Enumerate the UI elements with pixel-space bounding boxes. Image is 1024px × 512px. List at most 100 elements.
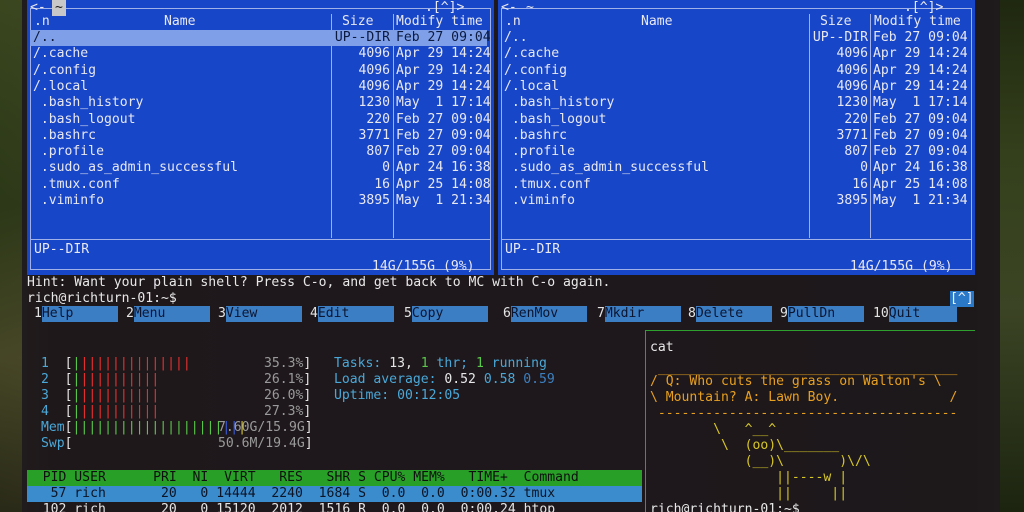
right-panel-border-right (971, 8, 972, 270)
file-name: .bashrc (33, 127, 97, 143)
file-size: 3895 (836, 193, 868, 208)
cowsay-line: \ Mountain? A: Lawn Boy. / (650, 390, 958, 405)
cpu-usage-percent: 26.0%] (264, 388, 312, 403)
file-modify-time: Feb 27 09:04 (873, 30, 968, 45)
htop-cpu-meter: 2 [||||||||||| (41, 372, 160, 387)
fkey-number: 1 (34, 306, 42, 321)
file-name: /.cache (504, 46, 560, 62)
file-size: 807 (366, 144, 390, 160)
right-col-size[interactable]: Size (820, 14, 852, 30)
mc-shell-prompt[interactable]: rich@richturn-01:~$ (27, 291, 177, 307)
right-panel-status-divider (501, 239, 971, 240)
fkey-label: Copy (411, 306, 488, 322)
fkey-number: 7 (597, 306, 605, 321)
tmux-pane-vertical-separator (645, 330, 646, 512)
file-modify-time: Apr 24 16:38 (396, 160, 491, 176)
left-col-name[interactable]: Name (164, 14, 196, 30)
cat-command: cat (650, 340, 674, 355)
htop-process-row-selected[interactable]: 57 rich 20 0 14444 2240 1684 S 0.0 0.0 0… (27, 486, 642, 502)
htop-process-header[interactable]: PID USER PRI NI VIRT RES SHR S CPU% MEM%… (27, 470, 642, 486)
right-col-name[interactable]: Name (641, 14, 673, 30)
left-col-divider-1 (331, 14, 332, 238)
file-size: 4096 (836, 46, 868, 62)
right-col-divider-1 (809, 14, 810, 238)
fkey-delete[interactable]: 8Delete (688, 306, 772, 322)
htop-cpu-meter: 3 [||||||||||| (41, 388, 160, 403)
file-size: 4096 (358, 78, 390, 94)
left-col-n[interactable]: .n (34, 14, 50, 30)
file-modify-time: Apr 29 14:24 (873, 78, 968, 94)
fkey-pulldn[interactable]: 9PullDn (780, 306, 864, 322)
cat-pane-prompt[interactable]: rich@richturn-01:~$ (650, 502, 800, 512)
file-size: UP--DIR (812, 30, 868, 45)
mc-prompt-indicator[interactable]: [^] (950, 291, 974, 307)
fkey-number: 5 (404, 306, 412, 321)
right-col-n[interactable]: .n (505, 14, 521, 30)
htop-process-row[interactable]: 102 rich 20 0 15120 2012 1516 R 0.0 0.0 … (27, 502, 555, 512)
left-panel-border-top (30, 8, 490, 9)
file-modify-time: Feb 27 09:04 (396, 127, 491, 143)
file-modify-time: Feb 27 09:04 (873, 111, 968, 127)
fkey-label: Delete (695, 306, 772, 322)
left-col-modify[interactable]: Modify time (396, 14, 483, 30)
htop-swap-value: 50.6M/19.4G] (218, 436, 313, 451)
fkey-view[interactable]: 3View (218, 306, 302, 322)
left-panel-border-left (30, 8, 31, 270)
fkey-label: PullDn (787, 306, 864, 322)
cpu-number: 2 (41, 372, 49, 387)
file-modify-time: May 1 17:14 (873, 95, 968, 111)
desktop-wallpaper-right (1000, 0, 1024, 512)
cowsay-line: (__)\ )\/\ (650, 454, 871, 469)
cowsay-line: ||----w | (650, 470, 848, 485)
right-panel-status: UP--DIR (505, 242, 561, 257)
file-size: 4096 (358, 62, 390, 78)
file-size: 220 (366, 111, 390, 127)
file-name: .viminfo (504, 193, 575, 208)
fkey-quit[interactable]: 10Quit (873, 306, 957, 322)
file-name: .tmux.conf (33, 176, 120, 192)
cpu-usage-bar: |||||||||||||| (80, 356, 191, 371)
cowsay-line: / Q: Who cuts the grass on Walton's \ (650, 374, 942, 389)
fkey-renmov[interactable]: 6RenMov (503, 306, 587, 322)
fkey-number: 10 (873, 306, 889, 321)
file-name: .bash_history (504, 95, 615, 111)
fkey-edit[interactable]: 4Edit (310, 306, 394, 322)
file-modify-time: Apr 29 14:24 (396, 46, 491, 62)
fkey-menu[interactable]: 2Menu (126, 306, 210, 322)
htop-uptime: Uptime: 00:12:05 (334, 388, 461, 403)
cpu-number: 1 (41, 356, 49, 371)
tmux-pane-horizontal-separator (645, 330, 975, 331)
fkey-mkdir[interactable]: 7Mkdir (597, 306, 681, 322)
file-modify-time: Feb 27 09:04 (396, 111, 491, 127)
file-size: 16 (852, 176, 868, 192)
file-modify-time: Feb 27 09:04 (396, 144, 491, 160)
fkey-number: 4 (310, 306, 318, 321)
left-panel-status-divider (30, 239, 490, 240)
left-panel-status: UP--DIR (34, 242, 90, 257)
fkey-label: View (225, 306, 302, 322)
mc-hint-line: Hint: Want your plain shell? Press C-o, … (27, 275, 611, 290)
file-size: UP--DIR (334, 30, 390, 45)
file-name: /.local (33, 78, 89, 94)
right-panel-disk-usage: 14G/155G (9%) (850, 259, 953, 274)
file-modify-time: Apr 24 16:38 (873, 160, 968, 176)
fkey-label: RenMov (510, 306, 587, 322)
fkey-label: Mkdir (604, 306, 681, 322)
fkey-copy[interactable]: 5Copy (404, 306, 488, 322)
file-modify-time: Apr 25 14:08 (873, 176, 968, 192)
file-size: 4096 (358, 46, 390, 62)
cpu-number: 3 (41, 388, 49, 403)
htop-swap-label: Swp (41, 436, 65, 451)
file-modify-time: Apr 29 14:24 (396, 62, 491, 78)
htop-tasks: Tasks: 13, 1 thr; 1 running (334, 356, 547, 371)
right-col-modify[interactable]: Modify time (874, 14, 961, 30)
htop-mem-meter: Mem[|||||||||||||||||||||| (41, 420, 246, 435)
right-panel-path[interactable]: ~ (526, 0, 534, 16)
htop-load-average: Load average: 0.52 0.58 0.59 (334, 372, 555, 387)
left-col-size[interactable]: Size (342, 14, 374, 30)
right-panel-border-left (501, 8, 502, 270)
htop-mem-value: 7.60G/15.9G] (218, 420, 313, 435)
left-panel-path[interactable]: ~ (52, 0, 66, 16)
fkey-help[interactable]: 1Help (34, 306, 118, 322)
file-name: .bash_history (33, 95, 144, 111)
